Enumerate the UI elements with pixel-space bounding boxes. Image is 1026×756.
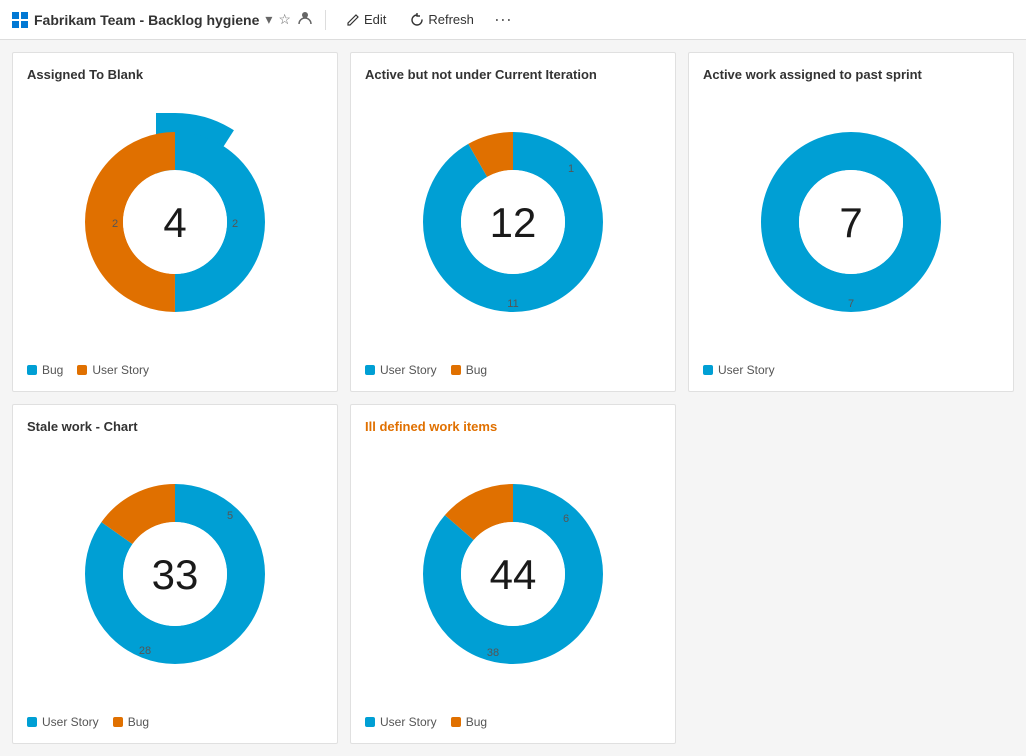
card-title-assigned: Assigned To Blank [27, 67, 323, 82]
legend-item-bug4: Bug [113, 715, 149, 729]
legend-item-us3: User Story [703, 363, 775, 377]
chevron-down-icon[interactable]: ▾ [265, 11, 272, 28]
donut-svg-assigned: 2 2 4 [65, 112, 285, 332]
legend-dot-us3 [703, 365, 713, 375]
svg-text:1: 1 [568, 163, 574, 175]
legend-label-us3: User Story [718, 363, 775, 377]
legend-label-us4: User Story [42, 715, 99, 729]
person-icon[interactable] [297, 10, 313, 29]
bottom-row-charts: Stale work - Chart 28 5 33 [0, 404, 1026, 756]
card-title-active: Active but not under Current Iteration [365, 67, 661, 82]
svg-text:4: 4 [163, 199, 186, 246]
card-title-past: Active work assigned to past sprint [703, 67, 999, 82]
legend-label-us2: User Story [380, 363, 437, 377]
legend-past: User Story [703, 363, 999, 377]
legend-dot-us4 [27, 717, 37, 727]
assigned-to-blank-card: Assigned To Blank 2 2 4 [12, 52, 338, 392]
svg-text:28: 28 [139, 645, 151, 657]
svg-text:44: 44 [490, 551, 537, 598]
legend-item-bug2: Bug [451, 363, 487, 377]
top-bar: Fabrikam Team - Backlog hygiene ▾ ☆ Edit… [0, 0, 1026, 40]
legend-label-us5: User Story [380, 715, 437, 729]
active-not-current-card: Active but not under Current Iteration 1… [350, 52, 676, 392]
card-title-stale: Stale work - Chart [27, 419, 323, 434]
legend-item-bug: Bug [27, 363, 63, 377]
svg-text:11: 11 [507, 298, 518, 310]
donut-svg-ill: 38 6 44 [403, 464, 623, 684]
donut-svg-stale: 28 5 33 [65, 464, 285, 684]
legend-item-us4: User Story [27, 715, 99, 729]
page-title: Fabrikam Team - Backlog hygiene [34, 12, 259, 28]
svg-text:12: 12 [490, 199, 537, 246]
svg-text:6: 6 [563, 513, 569, 525]
donut-svg-active: 11 1 12 [403, 112, 623, 332]
svg-text:33: 33 [152, 551, 199, 598]
legend-dot-us5 [365, 717, 375, 727]
legend-dot-bug5 [451, 717, 461, 727]
donut-ill: 38 6 44 [365, 442, 661, 705]
legend-dot-bug4 [113, 717, 123, 727]
svg-text:7: 7 [848, 298, 854, 310]
legend-dot-userstory [77, 365, 87, 375]
legend-item-us5: User Story [365, 715, 437, 729]
card-title-ill: Ill defined work items [365, 419, 661, 434]
stale-work-card: Stale work - Chart 28 5 33 [12, 404, 338, 744]
legend-label-bug2: Bug [466, 363, 487, 377]
legend-item-userstory2: User Story [365, 363, 437, 377]
svg-text:2: 2 [232, 218, 238, 230]
svg-text:38: 38 [487, 647, 499, 659]
separator [325, 10, 326, 30]
legend-label-userstory: User Story [92, 363, 149, 377]
legend-label-bug: Bug [42, 363, 63, 377]
star-icon[interactable]: ☆ [278, 11, 291, 28]
breadcrumb: Fabrikam Team - Backlog hygiene ▾ ☆ [12, 10, 313, 29]
active-past-sprint-card: Active work assigned to past sprint 7 7 … [688, 52, 1014, 392]
refresh-button[interactable]: Refresh [402, 8, 482, 31]
legend-label-bug5: Bug [466, 715, 487, 729]
ill-defined-card: Ill defined work items 38 6 44 User Stor… [350, 404, 676, 744]
legend-dot-bug [27, 365, 37, 375]
svg-text:2: 2 [112, 218, 118, 230]
refresh-icon [410, 13, 424, 27]
donut-stale: 28 5 33 [27, 442, 323, 705]
svg-text:7: 7 [839, 199, 862, 246]
donut-active: 11 1 12 [365, 90, 661, 353]
edit-icon [346, 13, 360, 27]
legend-active: User Story Bug [365, 363, 661, 377]
legend-ill: User Story Bug [365, 715, 661, 729]
legend-dot-bug2 [451, 365, 461, 375]
grid-icon [12, 12, 28, 28]
donut-past: 7 7 [703, 90, 999, 353]
legend-item-userstory: User Story [77, 363, 149, 377]
legend-label-bug4: Bug [128, 715, 149, 729]
top-row-charts: Assigned To Blank 2 2 4 [0, 40, 1026, 404]
legend-item-bug5: Bug [451, 715, 487, 729]
svg-text:5: 5 [227, 510, 233, 522]
legend-stale: User Story Bug [27, 715, 323, 729]
legend-dot-us2 [365, 365, 375, 375]
legend-assigned: Bug User Story [27, 363, 323, 377]
donut-svg-past: 7 7 [741, 112, 961, 332]
more-options-button[interactable]: ··· [490, 9, 516, 30]
donut-assigned: 2 2 4 [27, 90, 323, 353]
edit-button[interactable]: Edit [338, 8, 394, 31]
